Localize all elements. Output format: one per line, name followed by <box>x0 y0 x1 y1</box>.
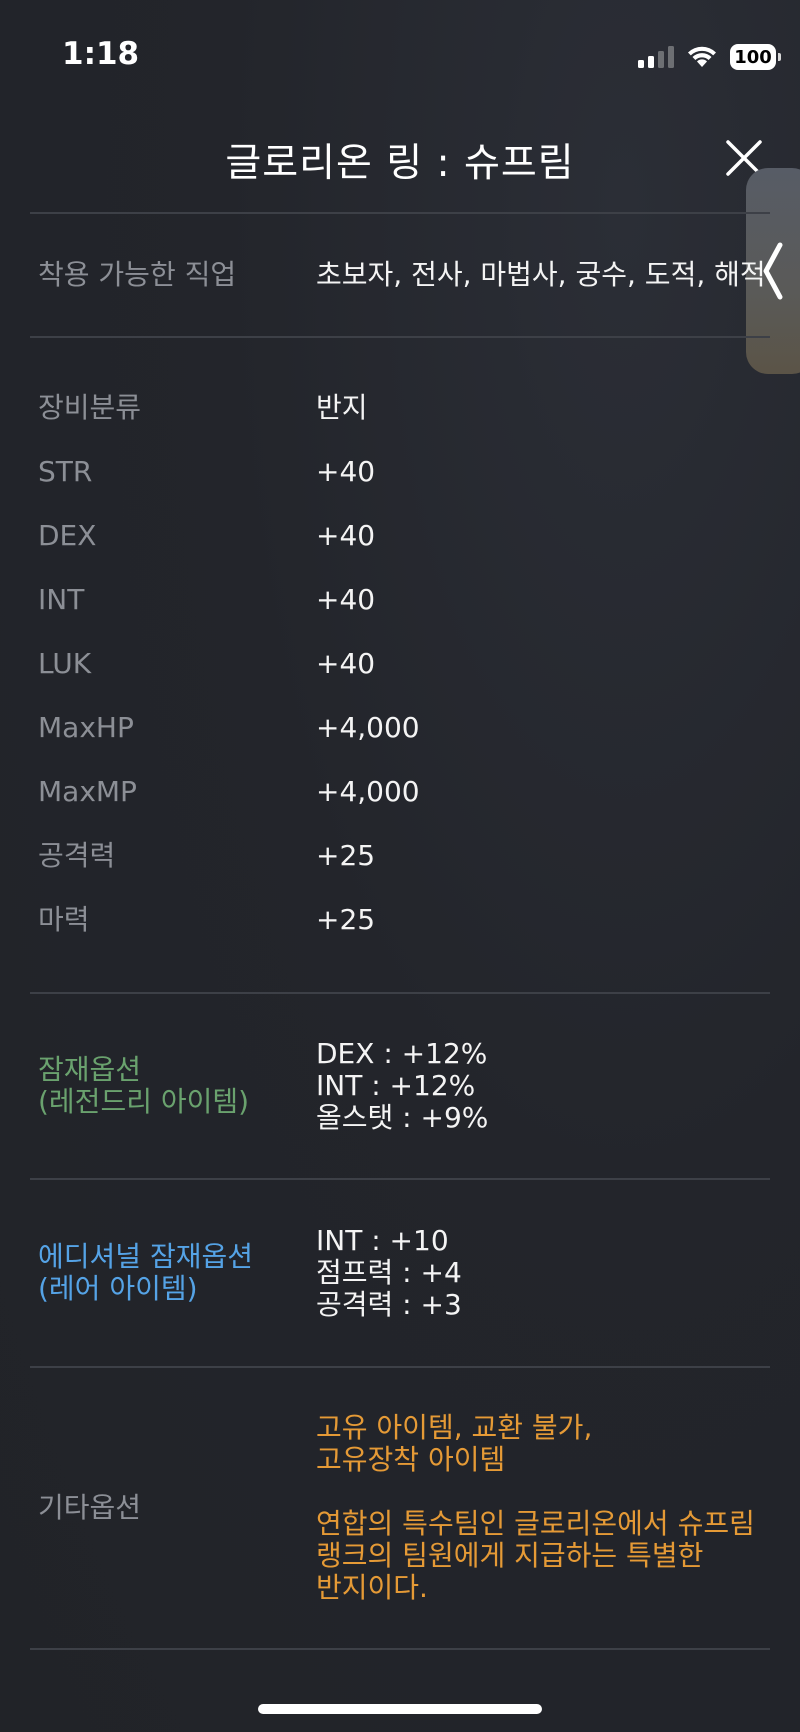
etc-line: 고유 아이템, 교환 불가, <box>316 1411 593 1444</box>
battery-icon: 100 <box>730 44 781 70</box>
potential-line: DEX : +12% <box>316 1037 488 1070</box>
stat-value: +25 <box>316 903 376 936</box>
item-detail-content: 착용 가능한 직업 초보자, 전사, 마법사, 궁수, 도적, 해적 장비분류 … <box>30 212 770 1650</box>
jobs-label: 착용 가능한 직업 <box>38 258 237 291</box>
status-bar: 1:18 100 <box>0 0 800 110</box>
stat-value: +4,000 <box>316 711 420 744</box>
additional-line: 공격력 : +3 <box>316 1288 462 1321</box>
stat-value: +25 <box>316 839 376 872</box>
potential-line: INT : +12% <box>316 1069 476 1102</box>
additional-potential-values: INT : +10 점프력 : +4 공격력 : +3 <box>316 1225 462 1321</box>
status-icons: 100 <box>638 42 781 72</box>
stat-label: 마력 <box>38 903 90 936</box>
stat-value: 반지 <box>316 391 368 424</box>
home-indicator[interactable] <box>258 1704 542 1714</box>
stat-value: +4,000 <box>316 775 420 808</box>
stat-row-maxhp: MaxHP +4,000 <box>30 696 770 760</box>
etc-options-section: 기타옵션 고유 아이템, 교환 불가, 고유장착 아이템 연합의 특수팀인 글로… <box>30 1368 770 1648</box>
stat-label: 장비분류 <box>38 391 142 424</box>
potential-label: 잠재옵션 (레전드리 아이템) <box>30 1054 316 1118</box>
stat-value: +40 <box>316 583 376 616</box>
potential-line: 올스탯 : +9% <box>316 1101 489 1134</box>
additional-potential-label: 에디셔널 잠재옵션 (레어 아이템) <box>30 1241 316 1305</box>
stat-value: +40 <box>316 455 376 488</box>
stat-label: MaxHP <box>38 711 134 744</box>
item-description-line: 연합의 특수팀인 글로리온에서 슈프림 <box>316 1507 755 1540</box>
wifi-icon <box>688 46 716 67</box>
header: 글로리온 링 : 슈프림 <box>0 120 800 200</box>
stat-label: 공격력 <box>38 839 116 872</box>
stat-label: DEX <box>38 519 97 552</box>
etc-label: 기타옵션 <box>38 1491 142 1524</box>
potential-label-grade: (레전드리 아이템) <box>38 1085 250 1118</box>
stat-row-magic: 마력 +25 <box>30 888 770 952</box>
stat-label: LUK <box>38 647 92 680</box>
stat-label: MaxMP <box>38 775 137 808</box>
item-detail-screen: 1:18 100 글로리온 링 : 슈프림 착용 가능한 직업 초보자, 전사,… <box>0 0 800 1732</box>
page-title: 글로리온 링 : 슈프림 <box>225 141 575 186</box>
jobs-value: 초보자, 전사, 마법사, 궁수, 도적, 해적 <box>316 259 766 291</box>
potential-section: 잠재옵션 (레전드리 아이템) DEX : +12% INT : +12% 올스… <box>30 994 770 1178</box>
cellular-signal-icon <box>638 46 674 68</box>
additional-label-grade: (레어 아이템) <box>38 1272 198 1305</box>
jobs-row: 착용 가능한 직업 초보자, 전사, 마법사, 궁수, 도적, 해적 <box>30 214 770 336</box>
status-time: 1:18 <box>62 36 140 72</box>
additional-line: 점프력 : +4 <box>316 1256 462 1289</box>
additional-label-title: 에디셔널 잠재옵션 <box>38 1240 253 1273</box>
stat-row-luk: LUK +40 <box>30 632 770 696</box>
item-description-line: 랭크의 팀원에게 지급하는 특별한 <box>316 1539 704 1572</box>
stat-value: +40 <box>316 519 376 552</box>
item-description-line: 반지이다. <box>316 1571 428 1604</box>
potential-values: DEX : +12% INT : +12% 올스탯 : +9% <box>316 1038 488 1134</box>
etc-values: 고유 아이템, 교환 불가, 고유장착 아이템 연합의 특수팀인 글로리온에서 … <box>316 1412 755 1604</box>
stat-row-category: 장비분류 반지 <box>30 376 770 440</box>
additional-potential-section: 에디셔널 잠재옵션 (레어 아이템) INT : +10 점프력 : +4 공격… <box>30 1180 770 1366</box>
additional-line: INT : +10 <box>316 1224 449 1257</box>
stat-row-int: INT +40 <box>30 568 770 632</box>
stat-row-attack: 공격력 +25 <box>30 824 770 888</box>
stat-label: INT <box>38 583 85 616</box>
stat-row-dex: DEX +40 <box>30 504 770 568</box>
stat-label: STR <box>38 455 93 488</box>
stat-value: +40 <box>316 647 376 680</box>
stats-list: 장비분류 반지 STR +40 DEX +40 INT +40 LUK +40 … <box>30 338 770 992</box>
divider <box>30 1648 770 1650</box>
stat-row-maxmp: MaxMP +4,000 <box>30 760 770 824</box>
etc-line: 고유장착 아이템 <box>316 1443 506 1476</box>
stat-row-str: STR +40 <box>30 440 770 504</box>
potential-label-title: 잠재옵션 <box>38 1053 142 1086</box>
